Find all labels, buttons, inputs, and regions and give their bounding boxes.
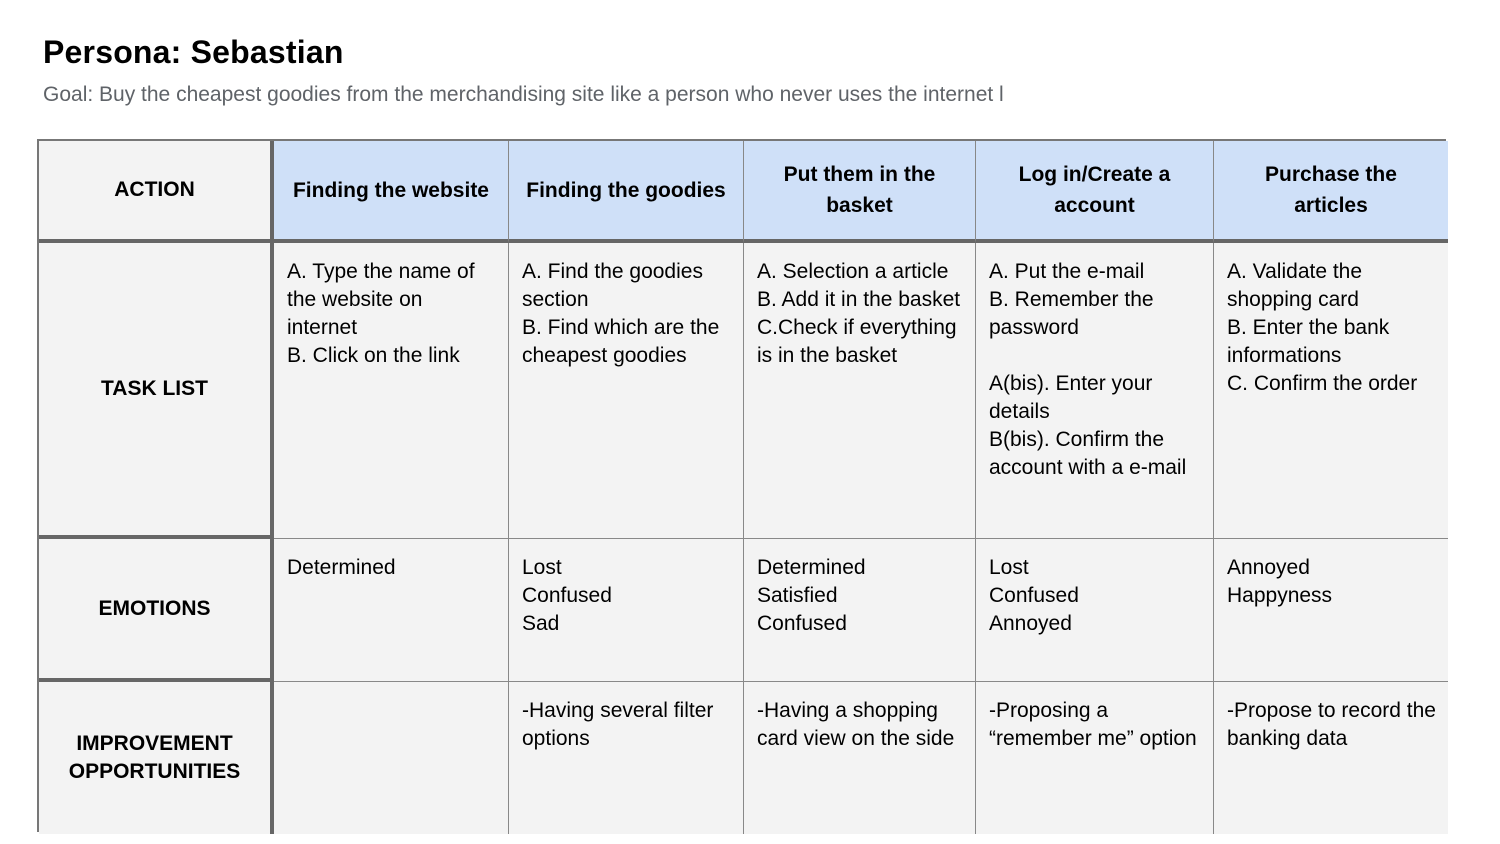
row-header-emotions: EMOTIONS [39, 539, 274, 682]
column-header-login: Log in/Create a account [976, 141, 1214, 243]
task-list-cell: A. Validate the shopping card B. Enter t… [1214, 243, 1448, 539]
column-header-finding-goodies: Finding the goodies [509, 141, 744, 243]
improvement-cell: -Having several filter options [509, 682, 744, 834]
emotions-cell: Determined Satisfied Confused [744, 539, 976, 682]
page-title: Persona: Sebastian [43, 34, 344, 70]
task-list-cell: A. Find the goodies section B. Find whic… [509, 243, 744, 539]
improvement-cell: -Having a shopping card view on the side [744, 682, 976, 834]
task-list-cell: A. Selection a article B. Add it in the … [744, 243, 976, 539]
emotions-cell: Lost Confused Sad [509, 539, 744, 682]
emotions-cell: Determined [274, 539, 509, 682]
column-header-purchase: Purchase the articles [1214, 141, 1448, 243]
row-header-task-list: TASK LIST [39, 243, 274, 539]
emotions-cell: Annoyed Happyness [1214, 539, 1448, 682]
column-header-basket: Put them in the basket [744, 141, 976, 243]
improvement-cell: -Proposing a “remember me” option [976, 682, 1214, 834]
task-list-cell: A. Put the e-mail B. Remember the passwo… [976, 243, 1214, 539]
row-header-action: ACTION [39, 141, 274, 243]
improvement-cell [274, 682, 509, 834]
goal-text: Goal: Buy the cheapest goodies from the … [43, 83, 1004, 106]
improvement-cell: -Propose to record the banking data [1214, 682, 1448, 834]
emotions-cell: Lost Confused Annoyed [976, 539, 1214, 682]
task-list-cell: A. Type the name of the website on inter… [274, 243, 509, 539]
journey-map-table: ACTION Finding the website Finding the g… [37, 139, 1448, 834]
row-header-improvements: IMPROVEMENT OPPORTUNITIES [39, 682, 274, 834]
column-header-finding-website: Finding the website [274, 141, 509, 243]
